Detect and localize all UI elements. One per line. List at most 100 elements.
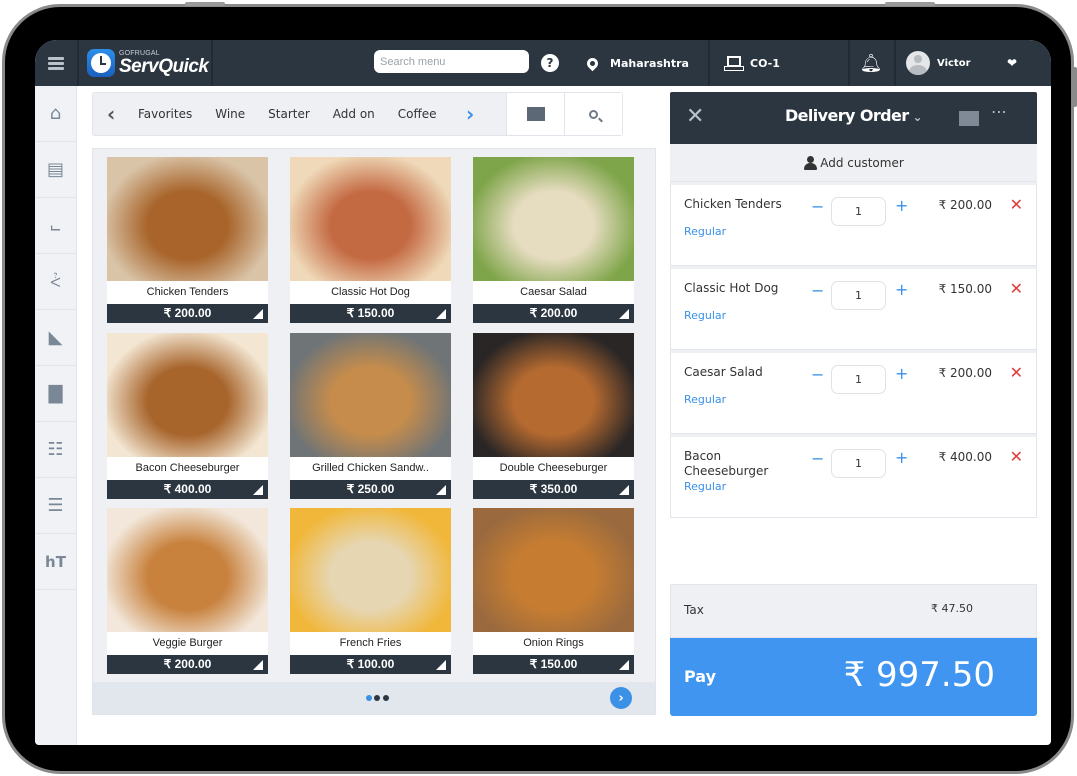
order-title: Delivery Order [784, 106, 909, 125]
quantity-input[interactable]: 1 [831, 197, 886, 226]
sidebar-item-tables[interactable]: hΤ [35, 534, 76, 590]
help-button[interactable]: ? [541, 40, 559, 86]
variant-corner-icon[interactable] [436, 309, 446, 319]
notifications-button[interactable]: 🔔︎ [859, 40, 883, 86]
category-next-button[interactable]: › [466, 93, 474, 135]
order-header: ✕ Delivery Order ⌄ ⋯ [670, 92, 1037, 144]
menu-item-card[interactable]: Double Cheeseburger ₹ 350.00 [473, 333, 634, 503]
remove-item-button[interactable]: ✕ [1010, 195, 1023, 214]
quantity-input[interactable]: 1 [831, 281, 886, 310]
order-item-variant[interactable]: Regular [684, 393, 726, 406]
menu-item-card[interactable]: Grilled Chicken Sandw.. ₹ 250.00 [290, 333, 451, 503]
menu-item-card[interactable]: Caesar Salad ₹ 200.00 [473, 157, 634, 327]
decrease-qty-button[interactable]: − [811, 197, 824, 216]
variant-corner-icon[interactable] [253, 485, 263, 495]
menu-grid: Chicken Tenders ₹ 200.00 Classic Hot Dog ₹ … [92, 148, 656, 715]
order-item-variant[interactable]: Regular [684, 309, 726, 322]
sidebar-item-kitchen[interactable]: ◣ [35, 310, 76, 366]
menu-item-card[interactable]: Onion Rings ₹ 150.00 [473, 508, 634, 678]
food-image [290, 157, 451, 281]
avatar [906, 51, 930, 75]
remove-item-button[interactable]: ✕ [1010, 447, 1023, 466]
variant-corner-icon[interactable] [619, 660, 629, 670]
menu-item-price-bar: ₹ 400.00 [107, 480, 268, 499]
user-menu[interactable]: Victor [906, 40, 971, 86]
order-type-dropdown[interactable]: Delivery Order ⌄ [670, 106, 1037, 125]
sidebar-item-home[interactable]: ⌂ [35, 86, 76, 142]
variant-corner-icon[interactable] [436, 660, 446, 670]
tablet-frame: GOFRUGAL ServQuick Search menu ? Maharas… [2, 2, 1077, 774]
variant-corner-icon[interactable] [253, 309, 263, 319]
table-icon: hΤ [45, 552, 66, 571]
more-options-button[interactable]: ⋯ [991, 102, 1007, 121]
menu-item-card[interactable]: Chicken Tenders ₹ 200.00 [107, 157, 268, 327]
category-tab[interactable]: Coffee [398, 107, 437, 121]
location-selector[interactable]: Maharashtra [584, 40, 689, 86]
page-dot[interactable] [374, 695, 380, 701]
page-dot[interactable] [383, 695, 389, 701]
menu-item-price: ₹ 400.00 [163, 482, 212, 496]
menu-item-price: ₹ 150.00 [346, 306, 395, 320]
category-tab[interactable]: Wine [215, 107, 245, 121]
page-dot-active[interactable] [366, 695, 372, 701]
increase-qty-button[interactable]: + [895, 280, 908, 299]
variant-corner-icon[interactable] [619, 309, 629, 319]
order-line-item: Chicken Tenders Regular −1 + ₹ 200.00 ✕ [670, 182, 1037, 266]
bell-icon: 🔔︎ [859, 52, 883, 74]
sidebar-item-delivery[interactable]: ⨽ [35, 198, 76, 254]
quantity-input[interactable]: 1 [831, 449, 886, 478]
sidebar-item-cart[interactable]: ⩻ [35, 254, 76, 310]
expand-order-button[interactable] [959, 111, 979, 126]
food-image [473, 157, 634, 281]
food-image [107, 157, 268, 281]
sidebar-item-reports[interactable]: ▇ [35, 366, 76, 422]
order-item-price: ₹ 150.00 [938, 282, 992, 296]
category-tab[interactable]: Favorites [138, 107, 192, 121]
sidebar-item-menu[interactable]: ▤ [35, 142, 76, 198]
variant-corner-icon[interactable] [436, 485, 446, 495]
location-pin-icon [584, 55, 601, 71]
remove-item-button[interactable]: ✕ [1010, 363, 1023, 382]
add-person-icon [803, 155, 818, 170]
cart-icon: ⩻ [50, 271, 61, 292]
hamburger-menu-button[interactable] [35, 40, 77, 86]
order-item-variant[interactable]: Regular [684, 480, 726, 493]
menu-item-card[interactable]: French Fries ₹ 100.00 [290, 508, 451, 678]
search-menu-input[interactable]: Search menu [374, 50, 529, 73]
pay-button[interactable]: Pay ₹ 997.50 [670, 638, 1037, 716]
add-customer-button[interactable]: Add customer [670, 144, 1037, 182]
increase-qty-button[interactable]: + [895, 196, 908, 215]
chevron-down-icon: ❤︎ [1007, 56, 1018, 70]
order-item-variant[interactable]: Regular [684, 225, 726, 238]
remove-item-button[interactable]: ✕ [1010, 279, 1023, 298]
user-name: Victor [937, 57, 971, 69]
variant-corner-icon[interactable] [619, 485, 629, 495]
counter-selector[interactable]: CO-1 [724, 40, 780, 86]
next-page-button[interactable]: › [610, 687, 632, 709]
pos-terminal-icon [724, 56, 744, 71]
fullscreen-button[interactable] [506, 93, 564, 135]
quantity-input[interactable]: 1 [831, 365, 886, 394]
menu-item-card[interactable]: Bacon Cheeseburger ₹ 400.00 [107, 333, 268, 503]
variant-corner-icon[interactable] [253, 660, 263, 670]
menu-item-card[interactable]: Veggie Burger ₹ 200.00 [107, 508, 268, 678]
category-tab[interactable]: Add on [333, 107, 375, 121]
top-bar: GOFRUGAL ServQuick Search menu ? Maharas… [35, 40, 1051, 86]
menu-item-name: Caesar Salad [473, 281, 634, 304]
increase-qty-button[interactable]: + [895, 448, 908, 467]
menu-item-price-bar: ₹ 150.00 [473, 655, 634, 674]
category-tab[interactable]: Starter [268, 107, 310, 121]
menu-item-card[interactable]: Classic Hot Dog ₹ 150.00 [290, 157, 451, 327]
decrease-qty-button[interactable]: − [811, 365, 824, 384]
category-bar: ‹ Favorites Wine Starter Add on Coffee › [92, 92, 623, 136]
sidebar-item-settings[interactable]: ☰ [35, 478, 76, 534]
category-prev-button[interactable]: ‹ [107, 93, 115, 135]
tax-label: Tax [684, 603, 704, 617]
decrease-qty-button[interactable]: − [811, 281, 824, 300]
user-dropdown-button[interactable]: ❤︎ [1007, 40, 1017, 86]
decrease-qty-button[interactable]: − [811, 449, 824, 468]
search-button[interactable] [564, 93, 622, 135]
menu-item-name: Double Cheeseburger [473, 457, 634, 480]
increase-qty-button[interactable]: + [895, 364, 908, 383]
sidebar-item-orders[interactable]: ☷ [35, 422, 76, 478]
